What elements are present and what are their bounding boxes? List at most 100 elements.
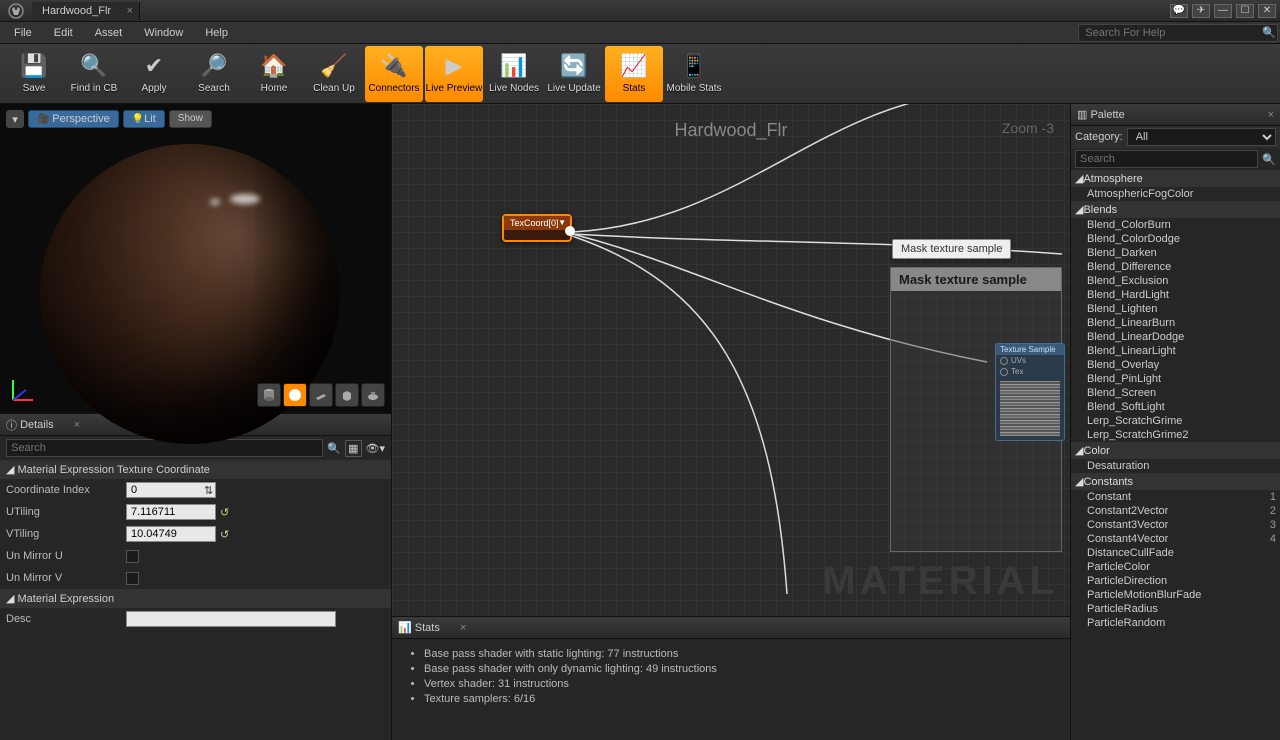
menu-edit[interactable]: Edit xyxy=(44,25,83,41)
toolbar-label: Clean Up xyxy=(313,83,355,94)
menu-window[interactable]: Window xyxy=(134,25,193,41)
palette-category[interactable]: ◢Blends xyxy=(1071,201,1280,218)
toolbar-icon: 🧹 xyxy=(320,53,348,81)
palette-item[interactable]: Constant3Vector3 xyxy=(1071,518,1280,532)
comment-box[interactable]: Mask texture sample Texture Sample UVs T… xyxy=(890,267,1062,552)
toolbar-clean-up-button[interactable]: 🧹 Clean Up xyxy=(305,46,363,102)
search-icon[interactable]: 🔍 xyxy=(1262,153,1276,166)
close-panel-icon[interactable]: × xyxy=(460,622,466,634)
palette-item[interactable]: Blend_Overlay xyxy=(1071,358,1280,372)
material-preview-viewport[interactable]: ▾ 🎥 Perspective 💡Lit Show xyxy=(0,104,391,414)
document-tab[interactable]: Hardwood_Flr × xyxy=(32,2,140,20)
toolbar-search-button[interactable]: 🔎Search xyxy=(185,46,243,102)
maximize-button[interactable]: ☐ xyxy=(1236,4,1254,18)
palette-item[interactable]: Lerp_ScratchGrime2 xyxy=(1071,428,1280,442)
palette-category[interactable]: ◢Color xyxy=(1071,442,1280,459)
material-graph[interactable]: Hardwood_Flr Zoom -3 MATERIAL TexCoord[0… xyxy=(392,104,1070,616)
pin-uvs[interactable]: UVs xyxy=(996,355,1064,366)
palette-item[interactable]: ParticleRandom xyxy=(1071,616,1280,630)
toolbar-find-in-cb-button[interactable]: 🔍Find in CB xyxy=(65,46,123,102)
pin-tex[interactable]: Tex xyxy=(996,366,1064,377)
details-title: Details xyxy=(20,419,54,431)
search-icon[interactable]: 🔍 xyxy=(327,442,341,455)
palette-item[interactable]: Blend_Lighten xyxy=(1071,302,1280,316)
toolbar-home-button[interactable]: 🏠Home xyxy=(245,46,303,102)
shape-plane-button[interactable] xyxy=(309,383,333,407)
shape-sphere-button[interactable] xyxy=(283,383,307,407)
palette-item[interactable]: Blend_ColorDodge xyxy=(1071,232,1280,246)
palette-list[interactable]: ◢AtmosphereAtmosphericFogColor◢BlendsBle… xyxy=(1071,170,1280,740)
close-button[interactable]: ✕ xyxy=(1258,4,1276,18)
section-matexpr[interactable]: ◢ Material Expression xyxy=(0,589,391,608)
close-panel-icon[interactable]: × xyxy=(74,419,80,431)
palette-item[interactable]: Blend_Darken xyxy=(1071,246,1280,260)
close-panel-icon[interactable]: × xyxy=(1268,109,1274,121)
reset-icon[interactable]: ↺ xyxy=(220,528,232,540)
palette-item[interactable]: Constant1 xyxy=(1071,490,1280,504)
palette-item[interactable]: Blend_Exclusion xyxy=(1071,274,1280,288)
palette-item[interactable]: ParticleColor xyxy=(1071,560,1280,574)
close-tab-icon[interactable]: × xyxy=(127,5,133,17)
toolbar-mobile-stats-button[interactable]: 📱Mobile Stats xyxy=(665,46,723,102)
desc-input[interactable] xyxy=(126,611,336,627)
palette-item[interactable]: Blend_LinearLight xyxy=(1071,344,1280,358)
toolbar-live-update-button[interactable]: 🔄Live Update xyxy=(545,46,603,102)
palette-item[interactable]: Constant4Vector4 xyxy=(1071,532,1280,546)
category-label: Category: xyxy=(1075,131,1123,143)
palette-item[interactable]: Blend_PinLight xyxy=(1071,372,1280,386)
coord-index-input[interactable] xyxy=(126,482,216,498)
palette-item[interactable]: Constant2Vector2 xyxy=(1071,504,1280,518)
minimize-button[interactable]: — xyxy=(1214,4,1232,18)
toolbar-save-button[interactable]: 💾Save xyxy=(5,46,63,102)
palette-category[interactable]: ◢Constants xyxy=(1071,473,1280,490)
reset-icon[interactable]: ↺ xyxy=(220,506,232,518)
help-search-input[interactable] xyxy=(1078,24,1278,42)
toolbar-live-nodes-button[interactable]: 📊Live Nodes xyxy=(485,46,543,102)
unmirror-v-checkbox[interactable] xyxy=(126,572,139,585)
palette-category[interactable]: ◢Atmosphere xyxy=(1071,170,1280,187)
palette-item[interactable]: Blend_LinearDodge xyxy=(1071,330,1280,344)
palette-item[interactable]: ParticleRadius xyxy=(1071,602,1280,616)
palette-item[interactable]: DistanceCullFade xyxy=(1071,546,1280,560)
node-texture-sample[interactable]: Texture Sample UVs Tex xyxy=(995,343,1065,441)
utiling-input[interactable] xyxy=(126,504,216,520)
notification-icon[interactable]: 💬 xyxy=(1170,4,1188,18)
node-texcoord[interactable]: TexCoord[0] xyxy=(502,214,572,242)
palette-item[interactable]: ParticleMotionBlurFade xyxy=(1071,588,1280,602)
menu-help[interactable]: Help xyxy=(195,25,238,41)
palette-item[interactable]: ParticleDirection xyxy=(1071,574,1280,588)
palette-item[interactable]: Blend_ColorBurn xyxy=(1071,218,1280,232)
palette-item[interactable]: Blend_SoftLight xyxy=(1071,400,1280,414)
menu-file[interactable]: File xyxy=(4,25,42,41)
material-watermark: MATERIAL xyxy=(822,559,1058,604)
perspective-button[interactable]: 🎥 Perspective xyxy=(28,110,119,128)
shape-teapot-button[interactable] xyxy=(361,383,385,407)
show-button[interactable]: Show xyxy=(169,110,212,128)
palette-item[interactable]: Blend_Difference xyxy=(1071,260,1280,274)
palette-item[interactable]: Blend_Screen xyxy=(1071,386,1280,400)
lit-button[interactable]: 💡Lit xyxy=(123,110,165,128)
vtiling-input[interactable] xyxy=(126,526,216,542)
category-select[interactable]: All xyxy=(1127,128,1276,146)
viewport-options-dropdown[interactable]: ▾ xyxy=(6,110,24,128)
output-pin[interactable] xyxy=(565,226,575,236)
palette-item[interactable]: Lerp_ScratchGrime xyxy=(1071,414,1280,428)
menu-asset[interactable]: Asset xyxy=(85,25,133,41)
send-icon[interactable]: ✈ xyxy=(1192,4,1210,18)
unmirror-u-checkbox[interactable] xyxy=(126,550,139,563)
palette-item[interactable]: Desaturation xyxy=(1071,459,1280,473)
palette-item[interactable]: Blend_HardLight xyxy=(1071,288,1280,302)
palette-item[interactable]: Blend_LinearBurn xyxy=(1071,316,1280,330)
eye-icon[interactable]: 👁▾ xyxy=(366,442,386,455)
toolbar-stats-button[interactable]: 📈Stats xyxy=(605,46,663,102)
toolbar-apply-button[interactable]: ✔Apply xyxy=(125,46,183,102)
palette-item[interactable]: AtmosphericFogColor xyxy=(1071,187,1280,201)
section-texcoord[interactable]: ◢ Material Expression Texture Coordinate xyxy=(0,460,391,479)
palette-search-input[interactable] xyxy=(1075,150,1258,168)
toolbar-live-preview-button[interactable]: ▶Live Preview xyxy=(425,46,483,102)
shape-cube-button[interactable] xyxy=(335,383,359,407)
shape-cylinder-button[interactable] xyxy=(257,383,281,407)
toolbar-connectors-button[interactable]: 🔌Connectors xyxy=(365,46,423,102)
matrix-view-icon[interactable]: ▦ xyxy=(345,440,361,457)
spinner-icon[interactable]: ⇅ xyxy=(204,484,213,497)
